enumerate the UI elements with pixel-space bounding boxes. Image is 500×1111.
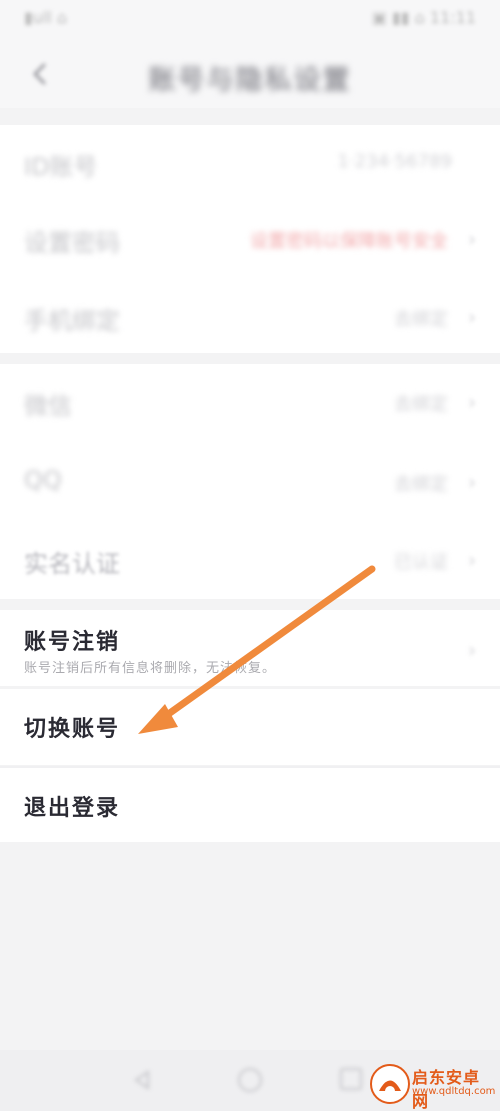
watermark-url: www.qdltdq.com bbox=[412, 1086, 496, 1097]
row-label: 微信 bbox=[24, 392, 72, 420]
status-bar: ▮ull ⌂ ▣ ▮▮ ⌂ 11:11 bbox=[0, 0, 500, 40]
row-value: 去绑定 bbox=[394, 394, 448, 415]
chevron-right-icon: › bbox=[468, 548, 476, 572]
row-label: 设置密码 bbox=[24, 229, 120, 257]
row-value: 去绑定 bbox=[394, 309, 448, 330]
account-cancel-title: 账号注销 bbox=[24, 630, 121, 655]
nav-home-icon[interactable] bbox=[238, 1068, 262, 1092]
switch-account-button[interactable]: 切换账号 bbox=[0, 689, 500, 765]
account-info-section: ID账号 1·234·56789 设置密码 设置密码以保障账号安全 › 手机绑定… bbox=[0, 125, 500, 353]
status-bar-signal: ▮ull ⌂ bbox=[24, 8, 68, 27]
row-value: 去绑定 bbox=[394, 474, 448, 495]
chevron-right-icon: › bbox=[468, 305, 476, 329]
settings-row-id[interactable]: ID账号 1·234·56789 bbox=[0, 125, 500, 203]
settings-row-password[interactable]: 设置密码 设置密码以保障账号安全 › bbox=[0, 201, 500, 279]
logout-button[interactable]: 退出登录 bbox=[0, 768, 500, 842]
nav-back-icon[interactable] bbox=[130, 1068, 154, 1092]
row-label: ID账号 bbox=[24, 153, 98, 181]
watermark: 启东安卓网 www.qdltdq.com bbox=[370, 1062, 496, 1111]
status-bar-clock: ▣ ▮▮ ⌂ 11:11 bbox=[371, 8, 476, 27]
settings-row-wechat[interactable]: 微信 去绑定 › bbox=[0, 364, 500, 442]
row-value: 设置密码以保障账号安全 bbox=[250, 231, 448, 252]
settings-row-phone[interactable]: 手机绑定 去绑定 › bbox=[0, 279, 500, 357]
row-label: 手机绑定 bbox=[24, 307, 120, 335]
settings-row-qq[interactable]: QQ 去绑定 › bbox=[0, 444, 500, 522]
chevron-right-icon: › bbox=[468, 470, 476, 494]
settings-row-realname[interactable]: 实名认证 已认证 › bbox=[0, 522, 500, 600]
row-value: 1·234·56789 bbox=[337, 151, 452, 172]
chevron-right-icon: › bbox=[468, 390, 476, 414]
row-value: 已认证 bbox=[394, 552, 448, 573]
row-label: QQ bbox=[24, 466, 62, 494]
nav-bar: 账号与隐私设置 bbox=[0, 40, 500, 108]
chevron-right-icon: › bbox=[468, 638, 476, 662]
row-label: 实名认证 bbox=[24, 550, 120, 578]
chevron-right-icon: › bbox=[468, 227, 476, 251]
account-cancel-row[interactable]: 账号注销 账号注销后所有信息将删除，无法恢复。 › bbox=[0, 610, 500, 686]
bindings-section: 微信 去绑定 › QQ 去绑定 › 实名认证 已认证 › bbox=[0, 364, 500, 599]
nav-recents-icon[interactable] bbox=[340, 1068, 362, 1090]
page-title: 账号与隐私设置 bbox=[148, 65, 352, 96]
watermark-logo-icon bbox=[370, 1064, 410, 1104]
logout-label: 退出登录 bbox=[24, 796, 121, 821]
account-cancel-subtitle: 账号注销后所有信息将删除，无法恢复。 bbox=[24, 661, 277, 676]
switch-account-label: 切换账号 bbox=[24, 717, 121, 742]
